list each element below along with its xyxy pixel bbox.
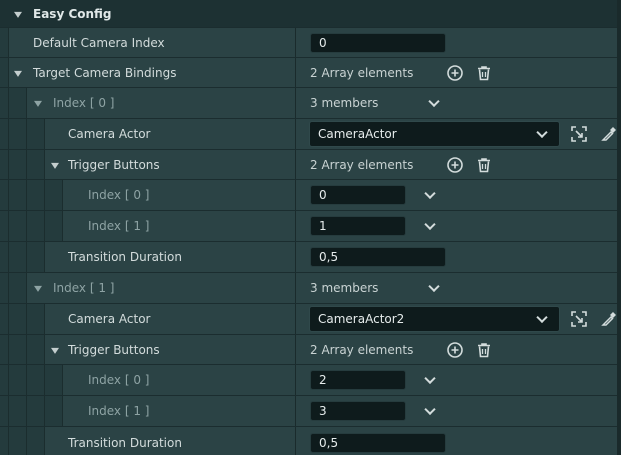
trash-icon[interactable] (474, 63, 494, 83)
array-element-index-1[interactable]: Index [ 1 ] 3 members (0, 273, 617, 304)
category-header-easy-config[interactable]: Easy Config (0, 0, 617, 28)
chevron-down-icon[interactable] (428, 280, 440, 293)
chevron-down-icon[interactable] (424, 403, 436, 416)
chevron-down-icon (536, 126, 548, 139)
chevron-down-icon[interactable] (424, 372, 436, 385)
array-element-trigger-0: Index [ 0 ] 0 (0, 180, 617, 211)
members-summary: 3 members (310, 281, 379, 295)
eyedropper-icon[interactable] (599, 309, 619, 329)
property-label: Trigger Buttons (68, 157, 160, 172)
property-label: Trigger Buttons (68, 342, 160, 357)
scrollbar[interactable] (617, 0, 621, 455)
expand-arrow-icon[interactable] (51, 162, 59, 169)
property-row-trigger-buttons[interactable]: Trigger Buttons 2 Array elements (0, 335, 617, 365)
array-index-label: Index [ 0 ] (88, 188, 150, 202)
chevron-down-icon[interactable] (428, 95, 440, 108)
chevron-down-icon (536, 311, 548, 324)
property-row-trigger-buttons[interactable]: Trigger Buttons 2 Array elements (0, 150, 617, 180)
property-label: Target Camera Bindings (33, 65, 177, 80)
array-element-index-0[interactable]: Index [ 0 ] 3 members (0, 88, 617, 119)
trigger-button-input[interactable]: 2 (310, 370, 406, 390)
expand-arrow-icon[interactable] (51, 347, 59, 354)
property-label: Default Camera Index (33, 35, 165, 50)
trash-icon[interactable] (474, 155, 494, 175)
trigger-button-input[interactable]: 0 (310, 185, 406, 205)
property-row-transition-duration: Transition Duration 0,5 (0, 427, 617, 455)
property-row-camera-actor: Camera Actor CameraActor (0, 119, 617, 150)
expand-arrow-icon[interactable] (34, 285, 42, 292)
property-label: Camera Actor (68, 127, 151, 141)
array-summary: 2 Array elements (310, 65, 414, 80)
chevron-down-icon[interactable] (424, 187, 436, 200)
property-row-camera-actor: Camera Actor CameraActor2 (0, 304, 617, 335)
expand-arrow-icon[interactable] (34, 100, 42, 107)
property-label: Transition Duration (68, 436, 182, 450)
transition-duration-input[interactable]: 0,5 (310, 247, 446, 267)
plus-circle-icon[interactable] (445, 63, 465, 83)
property-row-target-camera-bindings[interactable]: Target Camera Bindings 2 Array elements (0, 58, 617, 88)
property-label: Transition Duration (68, 250, 182, 264)
eyedropper-icon[interactable] (599, 124, 619, 144)
property-row-default-camera-index: Default Camera Index 0 (0, 28, 617, 58)
browse-to-asset-icon[interactable] (569, 309, 589, 329)
browse-to-asset-icon[interactable] (569, 124, 589, 144)
property-row-transition-duration: Transition Duration 0,5 (0, 242, 617, 273)
trigger-button-input[interactable]: 3 (310, 401, 406, 421)
array-summary: 2 Array elements (310, 342, 414, 357)
array-element-trigger-1: Index [ 1 ] 1 (0, 211, 617, 242)
camera-actor-combo[interactable]: CameraActor (309, 121, 560, 147)
chevron-down-icon[interactable] (424, 218, 436, 231)
expand-arrow-icon[interactable] (14, 11, 22, 18)
array-element-trigger-0: Index [ 0 ] 2 (0, 365, 617, 396)
default-camera-index-input[interactable]: 0 (310, 32, 446, 53)
camera-actor-combo[interactable]: CameraActor2 (309, 306, 560, 332)
array-index-label: Index [ 1 ] (88, 219, 150, 233)
array-index-label: Index [ 1 ] (88, 404, 150, 418)
combo-value: CameraActor2 (318, 312, 405, 326)
array-index-label: Index [ 0 ] (88, 373, 150, 387)
plus-circle-icon[interactable] (445, 340, 465, 360)
trash-icon[interactable] (474, 340, 494, 360)
array-index-label: Index [ 1 ] (53, 281, 115, 295)
plus-circle-icon[interactable] (445, 155, 465, 175)
members-summary: 3 members (310, 96, 379, 110)
transition-duration-input[interactable]: 0,5 (310, 433, 446, 453)
array-element-trigger-1: Index [ 1 ] 3 (0, 396, 617, 427)
array-summary: 2 Array elements (310, 157, 414, 172)
expand-arrow-icon[interactable] (14, 70, 22, 77)
trigger-button-input[interactable]: 1 (310, 216, 406, 236)
combo-value: CameraActor (318, 127, 397, 141)
category-title: Easy Config (33, 6, 112, 21)
array-index-label: Index [ 0 ] (53, 96, 115, 110)
property-label: Camera Actor (68, 312, 151, 326)
details-panel: Easy Config Default Camera Index 0 Targe… (0, 0, 621, 455)
